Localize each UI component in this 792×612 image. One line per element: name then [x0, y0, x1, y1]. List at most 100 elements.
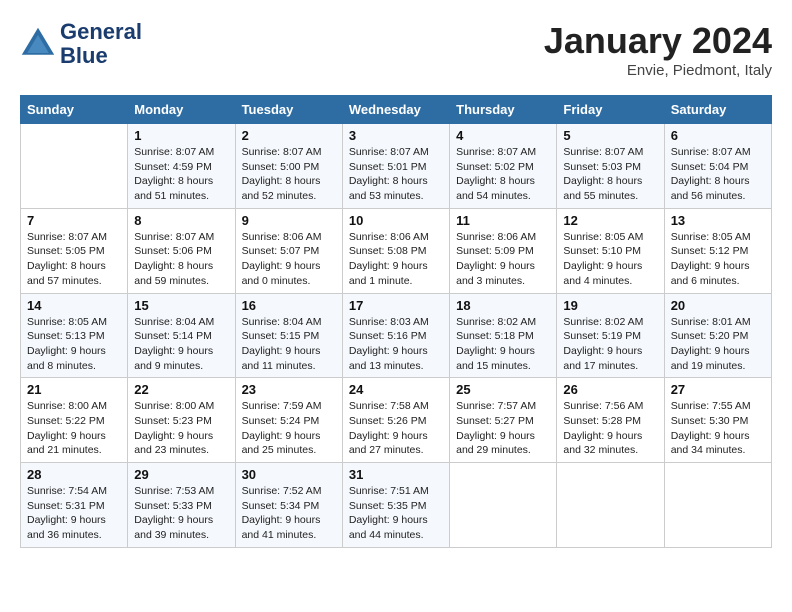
calendar-cell: 29 Sunrise: 7:53 AMSunset: 5:33 PMDayligh…: [128, 463, 235, 548]
day-number: 10: [349, 213, 443, 228]
day-number: 23: [242, 382, 336, 397]
location: Envie, Piedmont, Italy: [544, 62, 772, 79]
day-number: 9: [242, 213, 336, 228]
day-number: 3: [349, 128, 443, 143]
calendar-cell: 18 Sunrise: 8:02 AMSunset: 5:18 PMDayligh…: [450, 293, 557, 378]
day-info: Sunrise: 8:05 AMSunset: 5:13 PMDaylight:…: [27, 315, 121, 374]
day-info: Sunrise: 8:07 AMSunset: 5:01 PMDaylight:…: [349, 145, 443, 204]
calendar-cell: 19 Sunrise: 8:02 AMSunset: 5:19 PMDayligh…: [557, 293, 664, 378]
day-number: 28: [27, 467, 121, 482]
calendar-cell: 15 Sunrise: 8:04 AMSunset: 5:14 PMDayligh…: [128, 293, 235, 378]
calendar-cell: 7 Sunrise: 8:07 AMSunset: 5:05 PMDaylight…: [21, 208, 128, 293]
day-number: 19: [563, 298, 657, 313]
day-number: 4: [456, 128, 550, 143]
day-number: 12: [563, 213, 657, 228]
calendar-cell: [664, 463, 771, 548]
calendar-cell: 3 Sunrise: 8:07 AMSunset: 5:01 PMDaylight…: [342, 124, 449, 209]
calendar-cell: [450, 463, 557, 548]
day-number: 29: [134, 467, 228, 482]
calendar-cell: 20 Sunrise: 8:01 AMSunset: 5:20 PMDayligh…: [664, 293, 771, 378]
day-info: Sunrise: 8:07 AMSunset: 5:03 PMDaylight:…: [563, 145, 657, 204]
day-info: Sunrise: 8:04 AMSunset: 5:14 PMDaylight:…: [134, 315, 228, 374]
day-info: Sunrise: 8:07 AMSunset: 5:05 PMDaylight:…: [27, 230, 121, 289]
day-info: Sunrise: 8:01 AMSunset: 5:20 PMDaylight:…: [671, 315, 765, 374]
calendar-cell: 2 Sunrise: 8:07 AMSunset: 5:00 PMDaylight…: [235, 124, 342, 209]
day-number: 17: [349, 298, 443, 313]
calendar-cell: 23Sunrise: 7:59 AMSunset: 5:24 PMDayligh…: [235, 378, 342, 463]
calendar-cell: 30 Sunrise: 7:52 AMSunset: 5:34 PMDayligh…: [235, 463, 342, 548]
day-info: Sunrise: 8:00 AMSunset: 5:22 PMDaylight:…: [27, 399, 121, 458]
calendar-cell: 24Sunrise: 7:58 AMSunset: 5:26 PMDayligh…: [342, 378, 449, 463]
day-info: Sunrise: 8:04 AMSunset: 5:15 PMDaylight:…: [242, 315, 336, 374]
day-info: Sunrise: 7:57 AMSunset: 5:27 PMDaylight:…: [456, 399, 550, 458]
page-header: GeneralBlue January 2024 Envie, Piedmont…: [20, 20, 772, 79]
day-number: 16: [242, 298, 336, 313]
day-number: 15: [134, 298, 228, 313]
calendar-cell: 22 Sunrise: 8:00 AMSunset: 5:23 PMDayligh…: [128, 378, 235, 463]
calendar-cell: 13 Sunrise: 8:05 AMSunset: 5:12 PMDayligh…: [664, 208, 771, 293]
day-info: Sunrise: 8:03 AMSunset: 5:16 PMDaylight:…: [349, 315, 443, 374]
day-number: 7: [27, 213, 121, 228]
day-number: 22: [134, 382, 228, 397]
calendar-cell: 26Sunrise: 7:56 AMSunset: 5:28 PMDayligh…: [557, 378, 664, 463]
day-info: Sunrise: 8:06 AMSunset: 5:07 PMDaylight:…: [242, 230, 336, 289]
calendar-cell: 17 Sunrise: 8:03 AMSunset: 5:16 PMDayligh…: [342, 293, 449, 378]
day-info: Sunrise: 8:02 AMSunset: 5:19 PMDaylight:…: [563, 315, 657, 374]
day-number: 25: [456, 382, 550, 397]
day-number: 5: [563, 128, 657, 143]
calendar-table: SundayMondayTuesdayWednesdayThursdayFrid…: [20, 95, 772, 548]
day-header-monday: Monday: [128, 96, 235, 124]
calendar-cell: 11 Sunrise: 8:06 AMSunset: 5:09 PMDayligh…: [450, 208, 557, 293]
day-number: 26: [563, 382, 657, 397]
day-info: Sunrise: 8:07 AMSunset: 5:04 PMDaylight:…: [671, 145, 765, 204]
day-header-thursday: Thursday: [450, 96, 557, 124]
calendar-cell: 8 Sunrise: 8:07 AMSunset: 5:06 PMDaylight…: [128, 208, 235, 293]
day-info: Sunrise: 8:07 AMSunset: 4:59 PMDaylight:…: [134, 145, 228, 204]
day-header-friday: Friday: [557, 96, 664, 124]
calendar-cell: 16 Sunrise: 8:04 AMSunset: 5:15 PMDayligh…: [235, 293, 342, 378]
day-header-wednesday: Wednesday: [342, 96, 449, 124]
calendar-week-row: 7 Sunrise: 8:07 AMSunset: 5:05 PMDaylight…: [21, 208, 772, 293]
day-number: 8: [134, 213, 228, 228]
day-header-tuesday: Tuesday: [235, 96, 342, 124]
calendar-cell: 21Sunrise: 8:00 AMSunset: 5:22 PMDayligh…: [21, 378, 128, 463]
logo: GeneralBlue: [20, 20, 142, 68]
day-number: 13: [671, 213, 765, 228]
day-info: Sunrise: 8:05 AMSunset: 5:10 PMDaylight:…: [563, 230, 657, 289]
calendar-week-row: 21Sunrise: 8:00 AMSunset: 5:22 PMDayligh…: [21, 378, 772, 463]
day-header-saturday: Saturday: [664, 96, 771, 124]
logo-icon: [20, 26, 56, 62]
day-info: Sunrise: 8:07 AMSunset: 5:02 PMDaylight:…: [456, 145, 550, 204]
calendar-header-row: SundayMondayTuesdayWednesdayThursdayFrid…: [21, 96, 772, 124]
calendar-cell: [557, 463, 664, 548]
day-info: Sunrise: 8:05 AMSunset: 5:12 PMDaylight:…: [671, 230, 765, 289]
month-title: January 2024: [544, 20, 772, 62]
day-info: Sunrise: 8:07 AMSunset: 5:06 PMDaylight:…: [134, 230, 228, 289]
calendar-cell: 12 Sunrise: 8:05 AMSunset: 5:10 PMDayligh…: [557, 208, 664, 293]
calendar-cell: 14Sunrise: 8:05 AMSunset: 5:13 PMDayligh…: [21, 293, 128, 378]
calendar-cell: 25 Sunrise: 7:57 AMSunset: 5:27 PMDayligh…: [450, 378, 557, 463]
day-info: Sunrise: 8:02 AMSunset: 5:18 PMDaylight:…: [456, 315, 550, 374]
day-info: Sunrise: 7:51 AMSunset: 5:35 PMDaylight:…: [349, 484, 443, 543]
calendar-week-row: 14Sunrise: 8:05 AMSunset: 5:13 PMDayligh…: [21, 293, 772, 378]
calendar-cell: 10Sunrise: 8:06 AMSunset: 5:08 PMDayligh…: [342, 208, 449, 293]
calendar-cell: 27Sunrise: 7:55 AMSunset: 5:30 PMDayligh…: [664, 378, 771, 463]
calendar-week-row: 28 Sunrise: 7:54 AMSunset: 5:31 PMDayligh…: [21, 463, 772, 548]
day-number: 30: [242, 467, 336, 482]
day-number: 2: [242, 128, 336, 143]
day-info: Sunrise: 7:54 AMSunset: 5:31 PMDaylight:…: [27, 484, 121, 543]
calendar-cell: 5 Sunrise: 8:07 AMSunset: 5:03 PMDaylight…: [557, 124, 664, 209]
day-number: 18: [456, 298, 550, 313]
day-info: Sunrise: 8:06 AMSunset: 5:09 PMDaylight:…: [456, 230, 550, 289]
day-number: 31: [349, 467, 443, 482]
day-info: Sunrise: 7:52 AMSunset: 5:34 PMDaylight:…: [242, 484, 336, 543]
day-number: 1: [134, 128, 228, 143]
day-info: Sunrise: 7:53 AMSunset: 5:33 PMDaylight:…: [134, 484, 228, 543]
day-info: Sunrise: 7:55 AMSunset: 5:30 PMDaylight:…: [671, 399, 765, 458]
day-info: Sunrise: 8:00 AMSunset: 5:23 PMDaylight:…: [134, 399, 228, 458]
calendar-cell: 28 Sunrise: 7:54 AMSunset: 5:31 PMDayligh…: [21, 463, 128, 548]
title-area: January 2024 Envie, Piedmont, Italy: [544, 20, 772, 79]
day-number: 11: [456, 213, 550, 228]
day-info: Sunrise: 8:07 AMSunset: 5:00 PMDaylight:…: [242, 145, 336, 204]
day-number: 20: [671, 298, 765, 313]
